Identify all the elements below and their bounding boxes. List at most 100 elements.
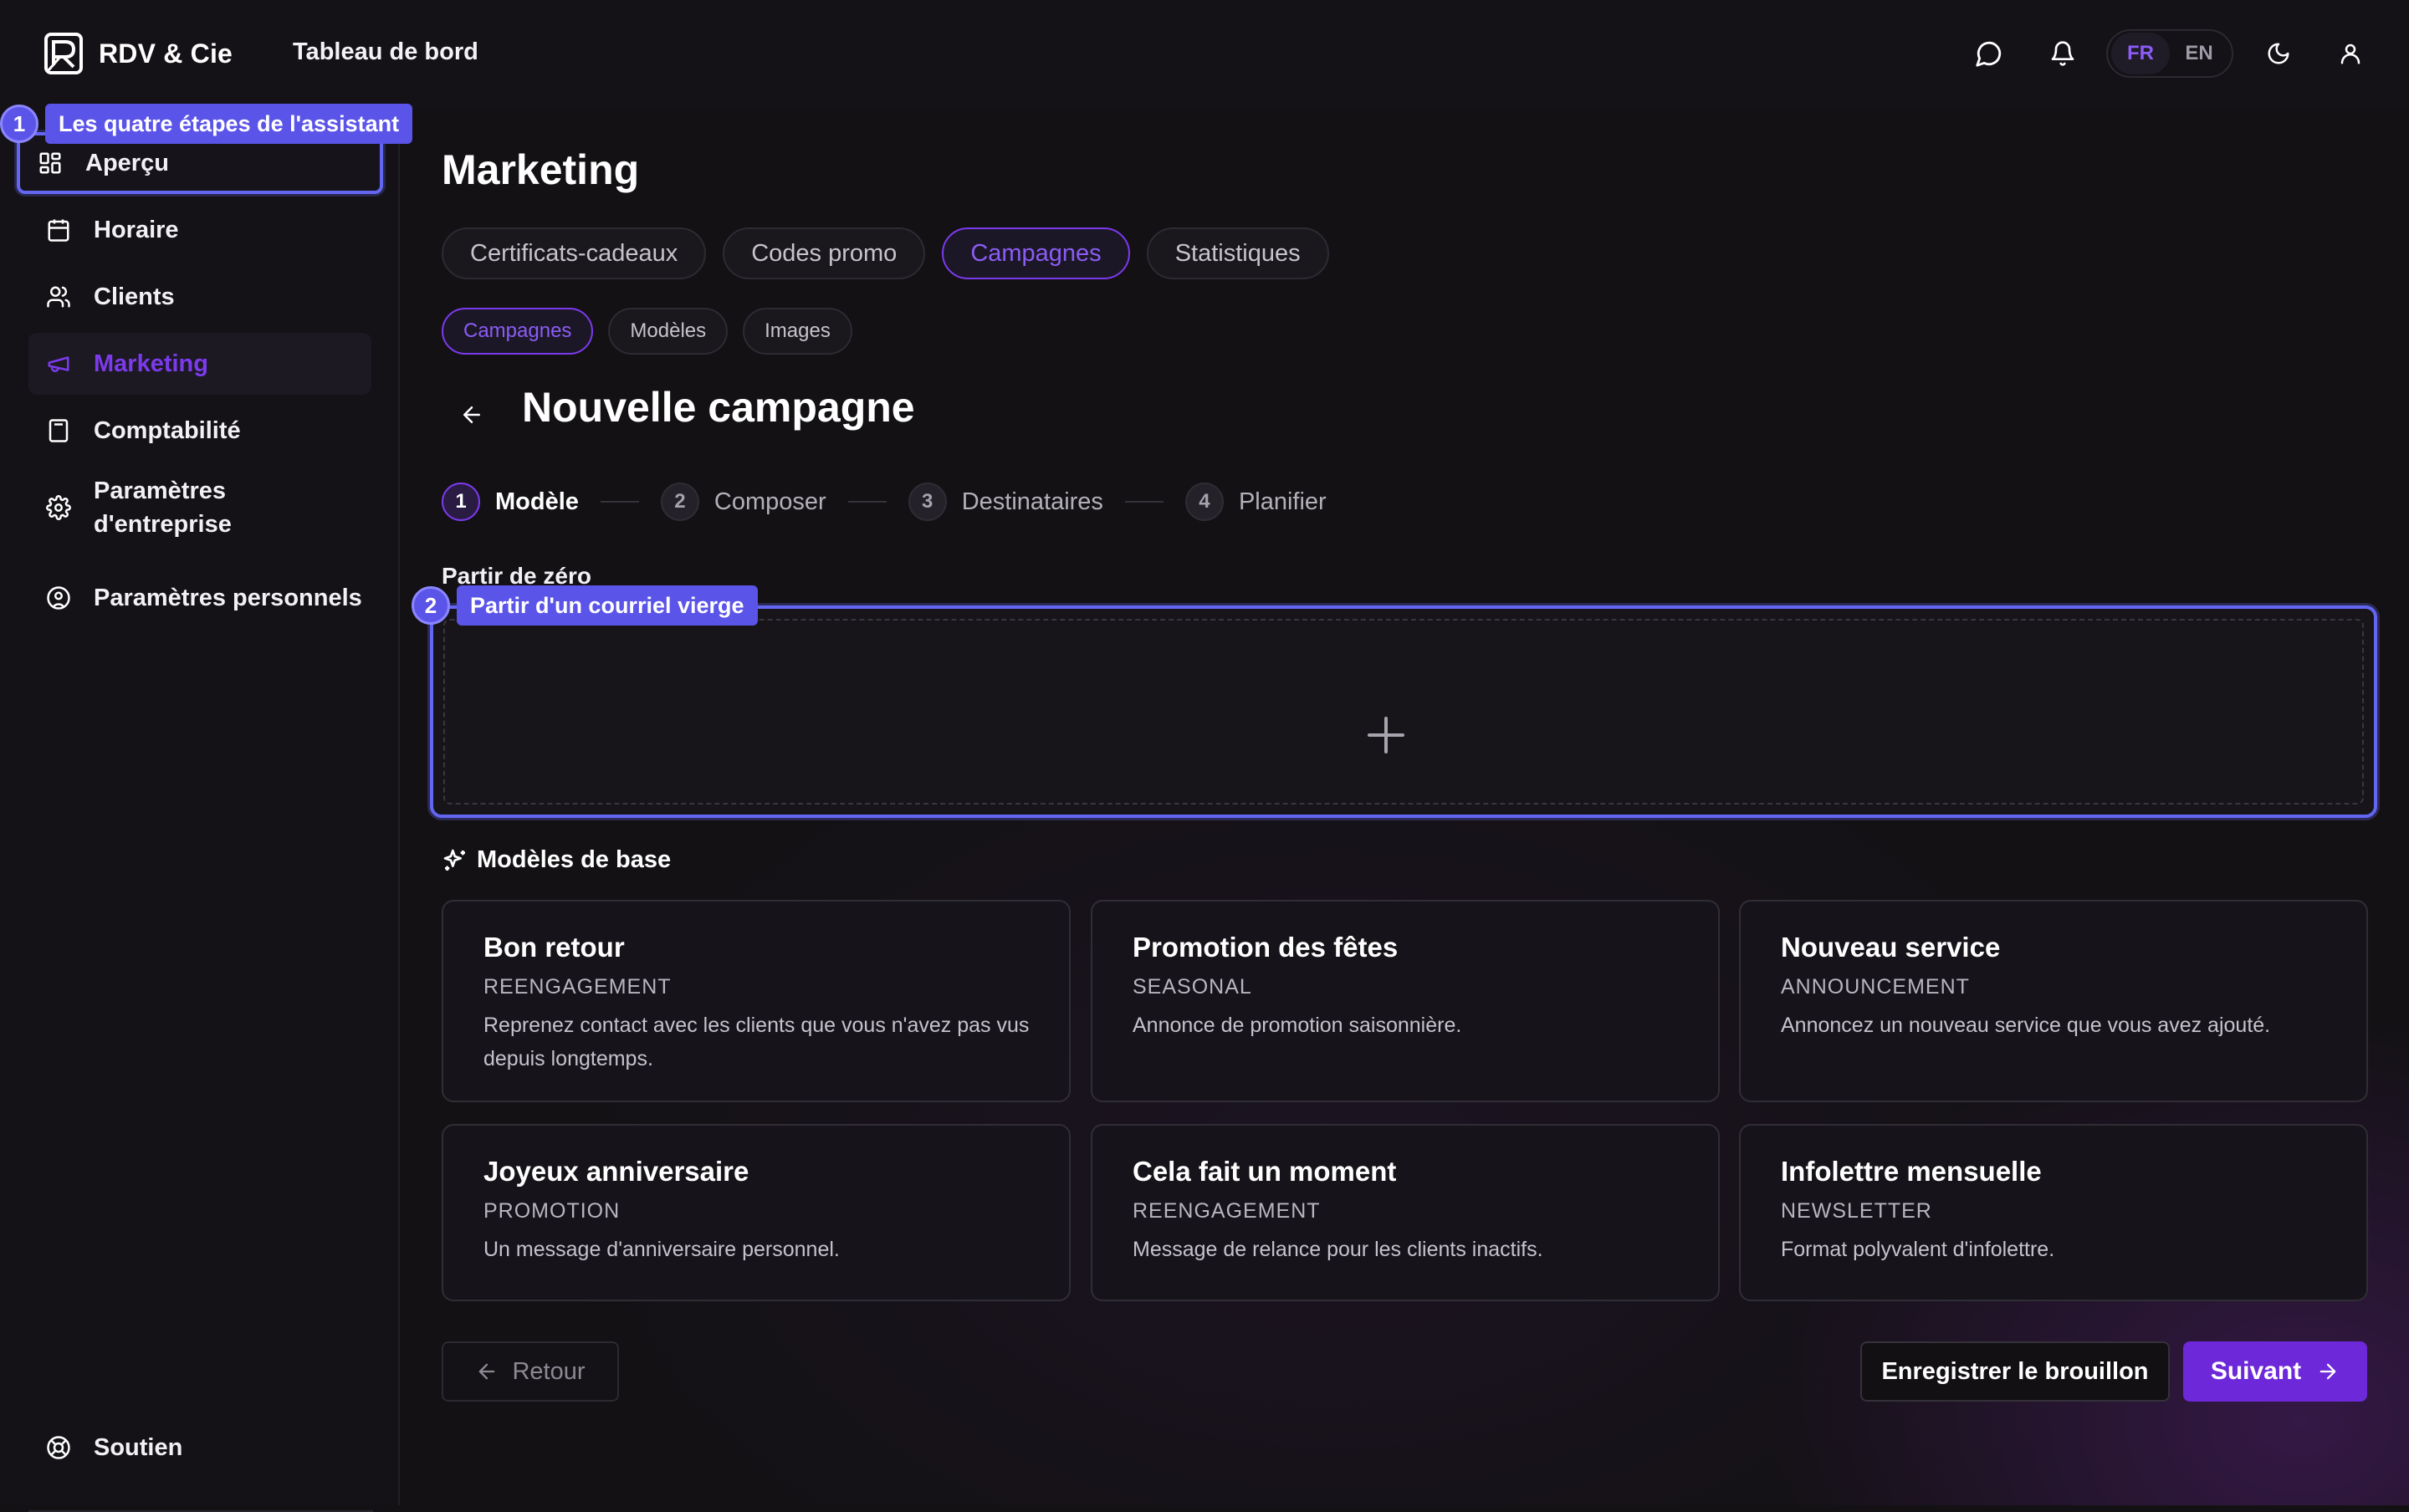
template-description: Un message d'anniversaire personnel. <box>483 1238 840 1261</box>
chat-icon[interactable] <box>1972 37 2006 70</box>
template-description: Message de relance pour les clients inac… <box>1133 1238 1543 1261</box>
tour-step-label: Partir d'un courriel vierge <box>457 585 758 626</box>
users-icon <box>45 284 72 310</box>
gear-icon <box>45 494 72 521</box>
user-circle-icon <box>45 585 72 611</box>
back-button-label: Retour <box>512 1357 586 1385</box>
sidebar-item-label: Soutien <box>94 1434 183 1461</box>
moon-icon[interactable] <box>2262 37 2295 70</box>
brand[interactable]: RDV & Cie <box>43 32 233 75</box>
template-name: Nouveau service <box>1781 932 2001 963</box>
step-connector <box>600 501 639 503</box>
back-button[interactable]: Retour <box>442 1341 619 1402</box>
template-card-joyeux-anniversaire[interactable]: Joyeux anniversaire PROMOTION Un message… <box>442 1124 1071 1301</box>
wizard-stepper: 1 Modèle 2 Composer 3 Destinataires 4 Pl… <box>442 481 1327 523</box>
sidebar-item-label: Aperçu <box>85 150 169 176</box>
header-title: Tableau de bord <box>293 38 478 65</box>
step-label: Planifier <box>1238 488 1327 515</box>
arrow-left-icon <box>475 1360 499 1383</box>
step-planifier[interactable]: 4 Planifier <box>1184 483 1327 521</box>
plus-icon <box>1357 706 1415 764</box>
tour-step-number: 1 <box>0 105 38 143</box>
save-draft-button[interactable]: Enregistrer le brouillon <box>1860 1341 2170 1402</box>
template-name: Bon retour <box>483 932 625 963</box>
calendar-icon <box>45 217 72 243</box>
main-tabs: Certificats-cadeaux Codes promo Campagne… <box>442 227 1329 279</box>
step-label: Destinataires <box>961 488 1103 515</box>
template-card-nouveau-service[interactable]: Nouveau service ANNOUNCEMENT Annoncez un… <box>1739 900 2368 1102</box>
subtab-modeles[interactable]: Modèles <box>608 308 729 355</box>
calculator-icon <box>45 417 72 444</box>
lifebuoy-icon <box>45 1434 72 1461</box>
sidebar-item-label: Paramètres personnels <box>94 585 362 611</box>
template-category: ANNOUNCEMENT <box>1781 975 1970 999</box>
step-composer[interactable]: 2 Composer <box>660 483 826 521</box>
step-modele[interactable]: 1 Modèle <box>442 483 579 521</box>
step-number: 3 <box>908 483 947 521</box>
dashboard-icon <box>37 150 64 176</box>
sidebar-item-label: Clients <box>94 284 175 310</box>
step-number: 1 <box>442 483 480 521</box>
brand-name: RDV & Cie <box>99 38 233 69</box>
tour-step-label: Les quatre étapes de l'assistant <box>45 104 413 144</box>
sidebar-item-clients[interactable]: Clients <box>28 266 371 328</box>
megaphone-icon <box>45 350 72 377</box>
tour-step-2: 2 Partir d'un courriel vierge <box>412 585 758 626</box>
sidebar-item-comptabilite[interactable]: Comptabilité <box>28 400 371 462</box>
template-description: Annoncez un nouveau service que vous ave… <box>1781 1014 2271 1037</box>
next-button[interactable]: Suivant <box>2183 1341 2367 1402</box>
sidebar-item-soutien[interactable]: Soutien <box>28 1417 371 1479</box>
tour-step-number: 2 <box>412 586 450 625</box>
template-name: Joyeux anniversaire <box>483 1156 749 1187</box>
base-templates-label: Modèles de base <box>477 846 672 873</box>
tab-codes-promo[interactable]: Codes promo <box>723 227 926 279</box>
template-name: Promotion des fêtes <box>1133 932 1399 963</box>
sparkles-icon <box>442 847 468 874</box>
base-templates-title: Modèles de base <box>442 846 671 874</box>
language-switcher: FR EN <box>2106 29 2233 78</box>
tab-statistiques[interactable]: Statistiques <box>1146 227 1329 279</box>
sidebar-item-label: Comptabilité <box>94 417 241 444</box>
lang-fr[interactable]: FR <box>2111 33 2170 74</box>
subtab-campagnes[interactable]: Campagnes <box>442 308 594 355</box>
step-label: Modèle <box>495 488 579 515</box>
step-label: Composer <box>713 488 826 515</box>
back-arrow-icon[interactable] <box>452 395 492 435</box>
tab-campagnes[interactable]: Campagnes <box>942 227 1130 279</box>
template-description: Annonce de promotion saisonnière. <box>1133 1014 1462 1037</box>
sidebar: Aperçu Horaire Clients Marketing Comptab… <box>0 107 400 1512</box>
template-card-bon-retour[interactable]: Bon retour REENGAGEMENT Reprenez contact… <box>442 900 1071 1102</box>
tab-certificats-cadeaux[interactable]: Certificats-cadeaux <box>442 227 707 279</box>
page-title: Marketing <box>442 146 640 193</box>
sidebar-item-horaire[interactable]: Horaire <box>28 199 371 261</box>
sidebar-item-label: Horaire <box>94 217 179 243</box>
template-card-promotion-fetes[interactable]: Promotion des fêtes SEASONAL Annonce de … <box>1091 900 1720 1102</box>
step-destinataires[interactable]: 3 Destinataires <box>908 483 1103 521</box>
template-category: REENGAGEMENT <box>1133 1199 1321 1223</box>
step-number: 4 <box>1184 483 1224 521</box>
template-card-cela-fait-un-moment[interactable]: Cela fait un moment REENGAGEMENT Message… <box>1091 1124 1720 1301</box>
step-connector <box>847 501 887 503</box>
sidebar-item-label: Paramètres d'entreprise <box>94 478 232 538</box>
template-card-infolettre-mensuelle[interactable]: Infolettre mensuelle NEWSLETTER Format p… <box>1739 1124 2368 1301</box>
sidebar-item-label: Marketing <box>94 350 208 377</box>
subtab-images[interactable]: Images <box>743 308 852 355</box>
step-number: 2 <box>660 483 699 521</box>
sub-tabs: Campagnes Modèles Images <box>442 308 852 355</box>
template-name: Infolettre mensuelle <box>1781 1156 2042 1187</box>
bell-icon[interactable] <box>2046 37 2079 70</box>
template-category: PROMOTION <box>483 1199 621 1223</box>
template-category: NEWSLETTER <box>1781 1199 1932 1223</box>
brand-logo-icon <box>43 32 84 75</box>
sidebar-item-parametres-personnels[interactable]: Paramètres personnels <box>28 567 371 629</box>
template-category: REENGAGEMENT <box>483 975 672 999</box>
next-button-label: Suivant <box>2210 1357 2302 1385</box>
lang-en[interactable]: EN <box>2170 33 2228 74</box>
tour-step-1: 1 Les quatre étapes de l'assistant <box>0 104 413 144</box>
sidebar-item-parametres-entreprise[interactable]: Paramètres d'entreprise <box>28 468 371 547</box>
user-icon[interactable] <box>2334 37 2367 70</box>
arrow-right-icon <box>2316 1360 2340 1383</box>
step-connector <box>1124 501 1164 503</box>
campaign-title: Nouvelle campagne <box>522 384 915 431</box>
sidebar-item-marketing[interactable]: Marketing <box>28 333 371 395</box>
